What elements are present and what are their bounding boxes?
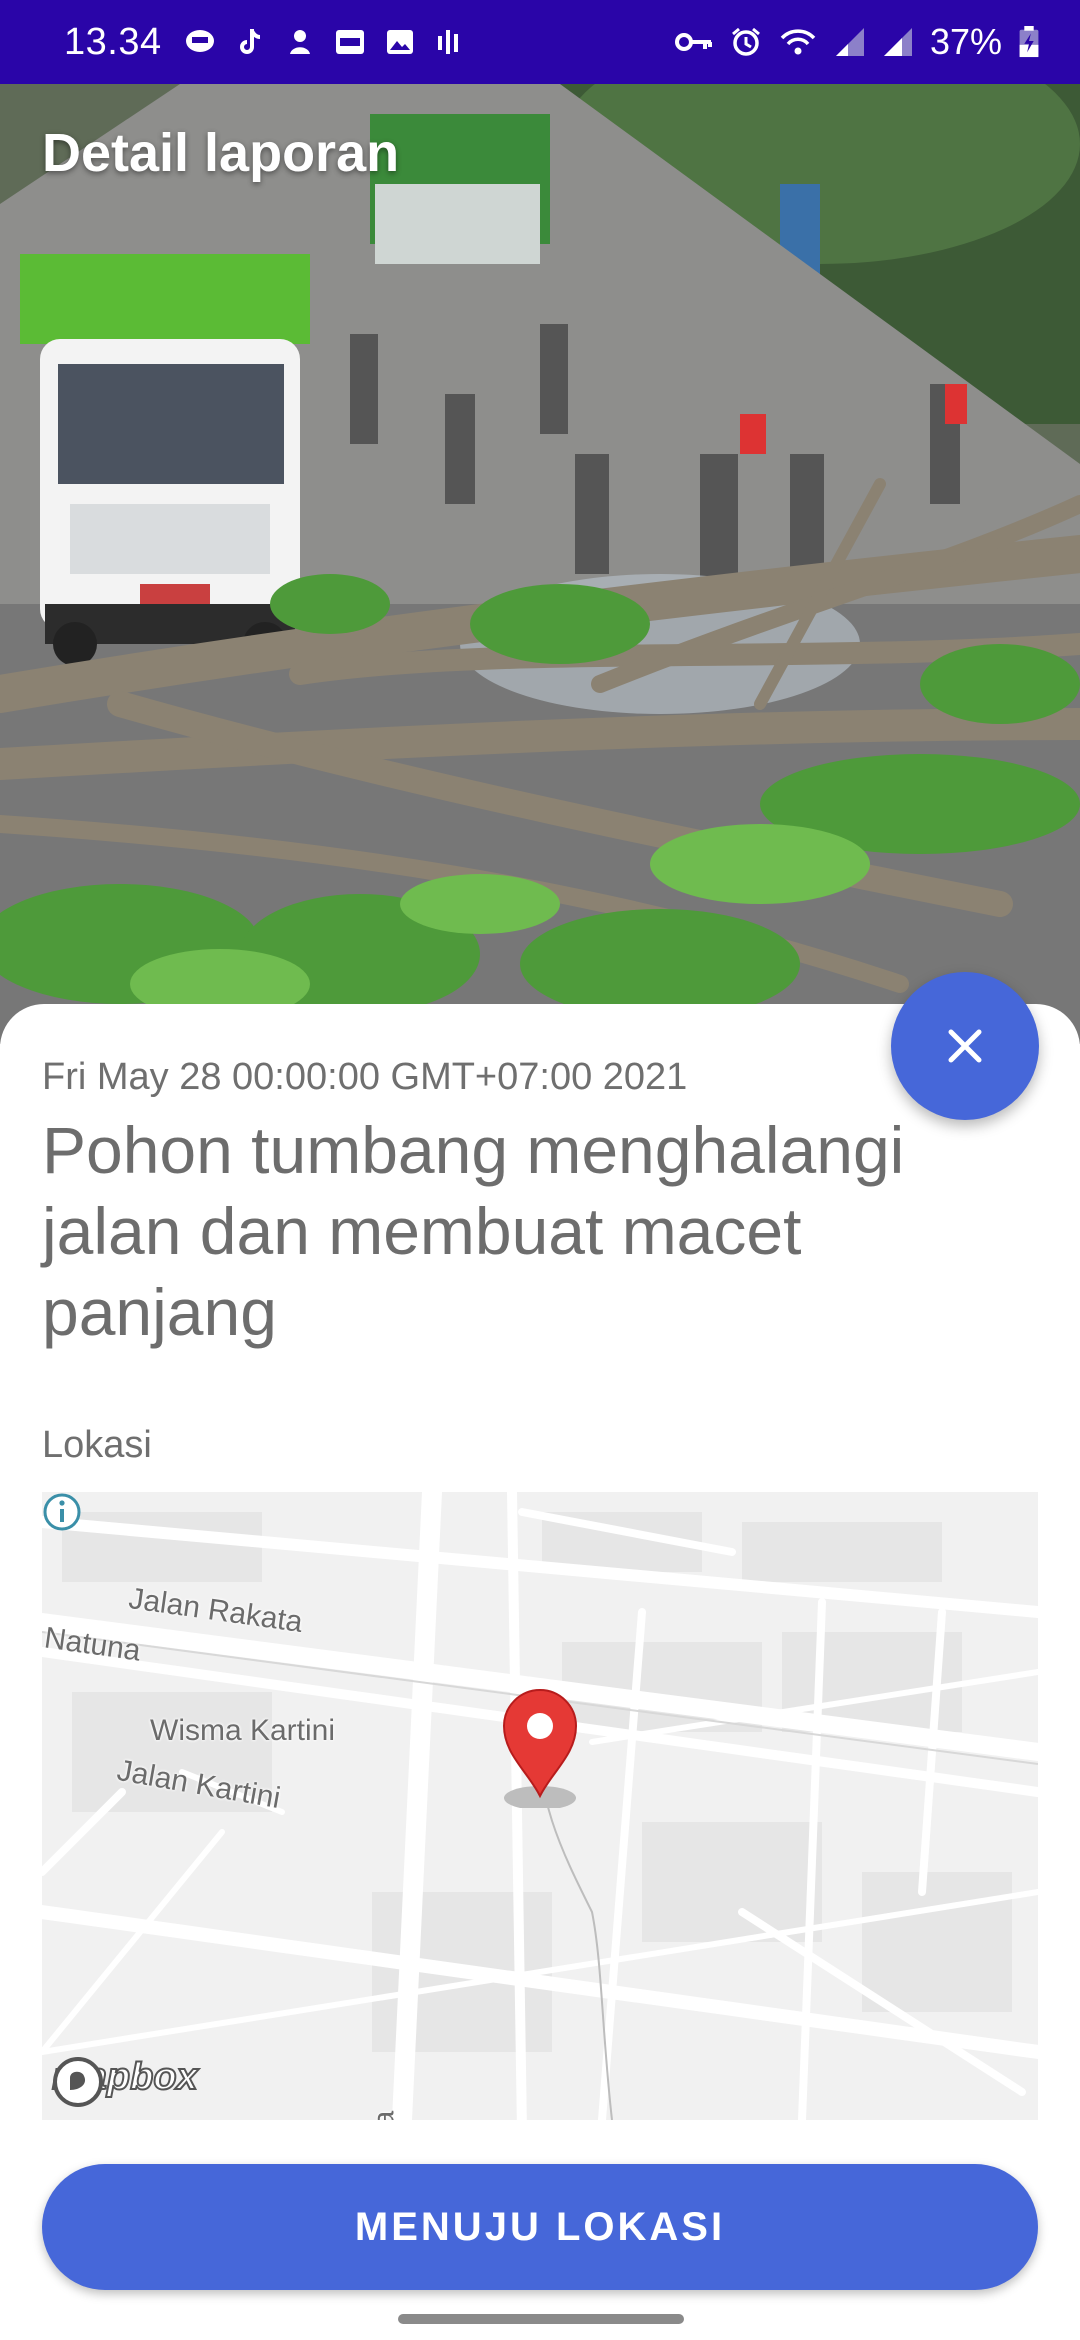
status-bar: 13.34 37%: [0, 0, 1080, 84]
battery-charging-icon: [1019, 26, 1039, 58]
go-to-location-button[interactable]: MENUJU LOKASI: [42, 2164, 1038, 2290]
location-label: Lokasi: [42, 1424, 152, 1466]
mapbox-logo-icon: [53, 2057, 103, 2107]
vpn-key-icon: [674, 33, 712, 51]
page-title: Detail laporan: [42, 123, 400, 183]
tiktok-icon: [239, 29, 260, 54]
mapbox-logo[interactable]: mapbox: [51, 2055, 199, 2107]
status-system-icons: 37%: [674, 21, 1040, 63]
wifi-icon: [780, 29, 816, 55]
notification-icon: [289, 30, 310, 54]
voice-icon: [437, 30, 458, 54]
status-time: 13.34: [64, 20, 162, 63]
signal-icon: [835, 28, 864, 56]
report-photo: [0, 84, 1080, 1044]
location-map[interactable]: Jalan Rakata Natuna Wisma Kartini Jalan …: [42, 1492, 1038, 2120]
info-icon[interactable]: [42, 1492, 82, 1532]
battery-percent: 37%: [929, 21, 1002, 62]
location-marker-icon: [502, 1689, 578, 1808]
gesture-navigation-handle[interactable]: [398, 2314, 684, 2324]
close-icon: [948, 1029, 982, 1063]
map-place-label: Wisma Kartini: [150, 1714, 336, 1747]
alarm-icon: [731, 27, 760, 56]
signal-icon: [883, 28, 912, 56]
status-notification-icons: [184, 26, 466, 58]
report-date: Fri May 28 00:00:00 GMT+07:00 2021: [42, 1056, 688, 1098]
close-button[interactable]: [891, 972, 1039, 1120]
webtoon-icon: [335, 30, 364, 54]
gallery-icon: [386, 30, 413, 54]
line-icon: [185, 30, 214, 52]
report-title: Pohon tumbang menghalangi jalan dan memb…: [42, 1113, 905, 1349]
map-street-label: a: [367, 2110, 401, 2120]
